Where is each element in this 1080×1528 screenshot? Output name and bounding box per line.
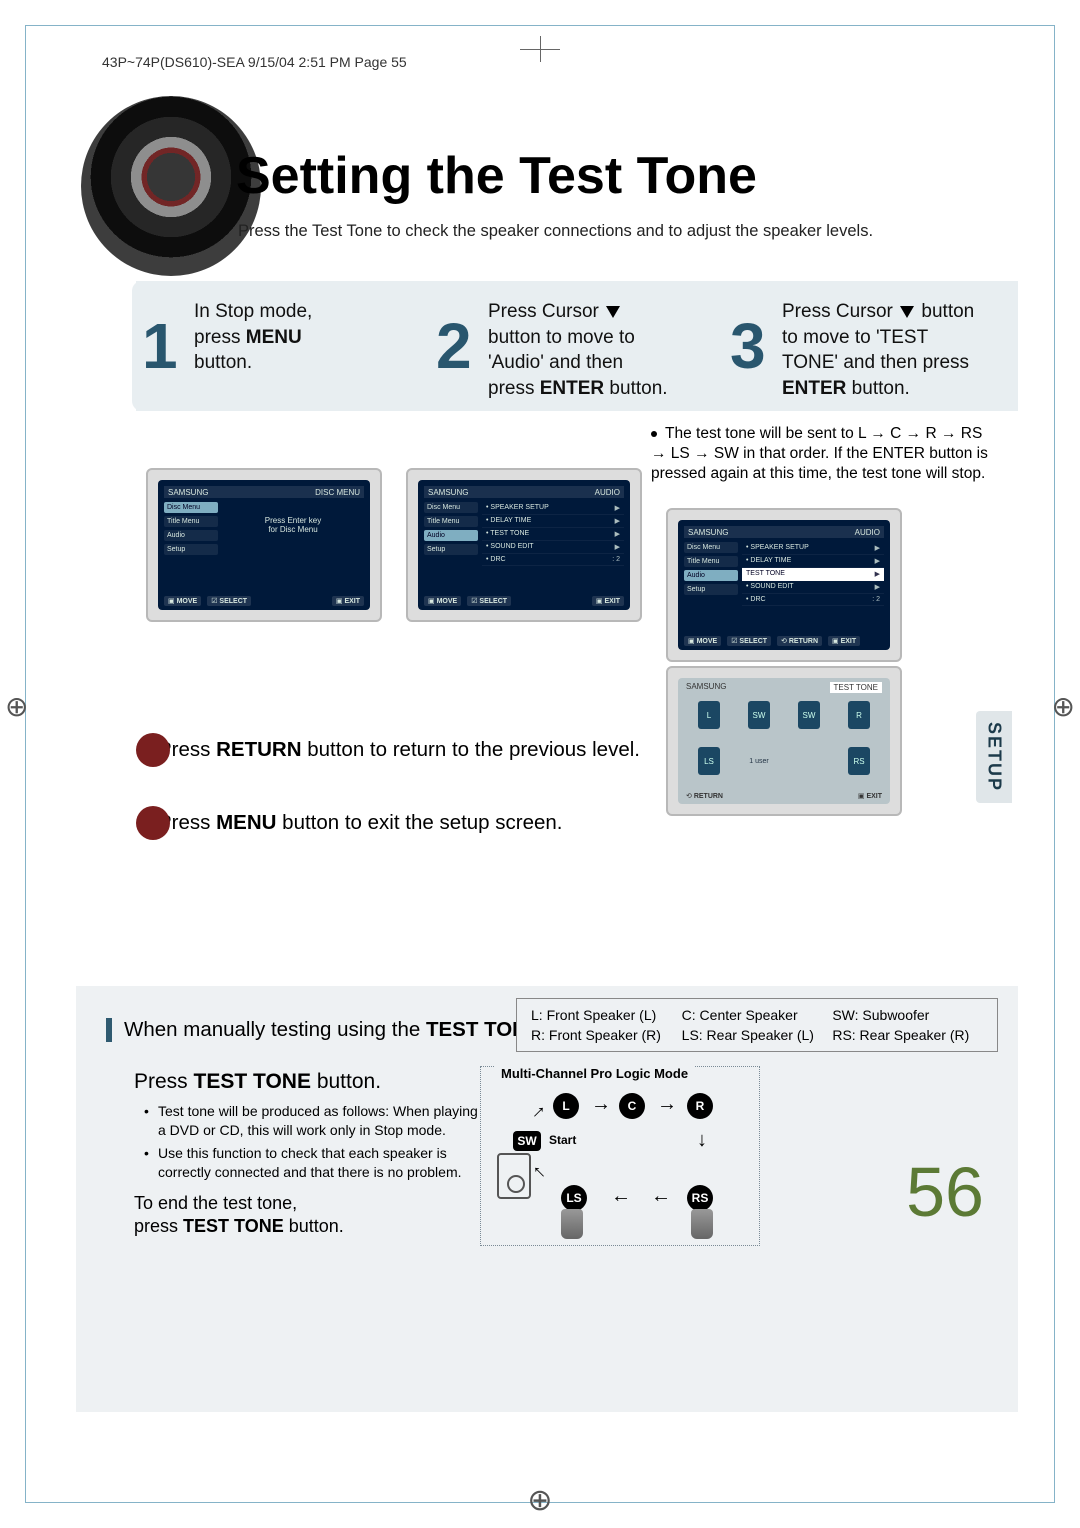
node-ls: LS — [561, 1185, 587, 1211]
page-frame: 43P~74P(DS610)-SEA 9/15/04 2:51 PM Page … — [25, 25, 1055, 1503]
step-3-number: 3 — [730, 314, 766, 378]
step-1: 1 In Stop mode, press MENU button. — [136, 281, 430, 411]
print-header: 43P~74P(DS610)-SEA 9/15/04 2:51 PM Page … — [102, 54, 407, 70]
rear-speaker-icon — [691, 1209, 713, 1239]
speaker-illustration — [81, 96, 261, 276]
page-title: Setting the Test Tone — [236, 146, 757, 206]
return-instruction: Press RETURN button to return to the pre… — [136, 733, 794, 767]
step-3-text: Press Cursor button to move to 'TEST TON… — [782, 299, 1004, 402]
step-1-number: 1 — [142, 314, 178, 378]
registration-mark-left: ⊕ — [5, 690, 28, 723]
rear-speaker-icon — [561, 1209, 583, 1239]
end-test-tone-text: To end the test tone, press TEST TONE bu… — [134, 1192, 344, 1239]
step-2-text: Press Cursor button to move to 'Audio' a… — [488, 299, 710, 402]
press-test-tone-heading: Press TEST TONE button. — [134, 1070, 381, 1094]
tv-screenshot-disc-menu: SAMSUNGDISC MENU Disc Menu Title Menu Au… — [146, 468, 382, 622]
node-c: C — [619, 1093, 645, 1119]
node-rs: RS — [687, 1185, 713, 1211]
speaker-flow-diagram: Multi-Channel Pro Logic Mode L → C → R S… — [480, 1066, 760, 1246]
test-tone-order-note: The test tone will be sent to L → C → R … — [651, 424, 994, 484]
node-r: R — [687, 1093, 713, 1119]
tv-screenshot-test-tone-selected: SAMSUNGAUDIO Disc Menu Title Menu Audio … — [666, 508, 902, 662]
steps-band: 1 In Stop mode, press MENU button. 2 Pre… — [136, 281, 1018, 411]
step-1-text: In Stop mode, press MENU button. — [194, 299, 416, 376]
node-l: L — [553, 1093, 579, 1119]
subwoofer-icon — [497, 1153, 531, 1199]
page-subtitle: Press the Test Tone to check the speaker… — [238, 222, 873, 241]
node-sw: SW — [513, 1131, 541, 1151]
tv-screenshot-audio-menu: SAMSUNGAUDIO Disc Menu Title Menu Audio … — [406, 468, 642, 622]
down-triangle-icon — [900, 306, 914, 318]
step-3: 3 Press Cursor button to move to 'TEST T… — [724, 281, 1018, 411]
menu-exit-instruction: Press MENU button to exit the setup scre… — [136, 806, 794, 840]
speaker-legend: L: Front Speaker (L) C: Center Speaker S… — [516, 998, 998, 1052]
registration-mark-top — [520, 36, 560, 62]
test-tone-bullets: Test tone will be produced as follows: W… — [144, 1102, 484, 1186]
registration-mark-right: ⊕ — [1052, 690, 1075, 723]
page-number: 56 — [906, 1152, 984, 1232]
section-tab-setup: SETUP — [976, 711, 1012, 803]
step-2: 2 Press Cursor button to move to 'Audio'… — [430, 281, 724, 411]
down-triangle-icon — [606, 306, 620, 318]
step-2-number: 2 — [436, 314, 472, 378]
registration-mark-bottom: ⊕ — [527, 1483, 552, 1518]
